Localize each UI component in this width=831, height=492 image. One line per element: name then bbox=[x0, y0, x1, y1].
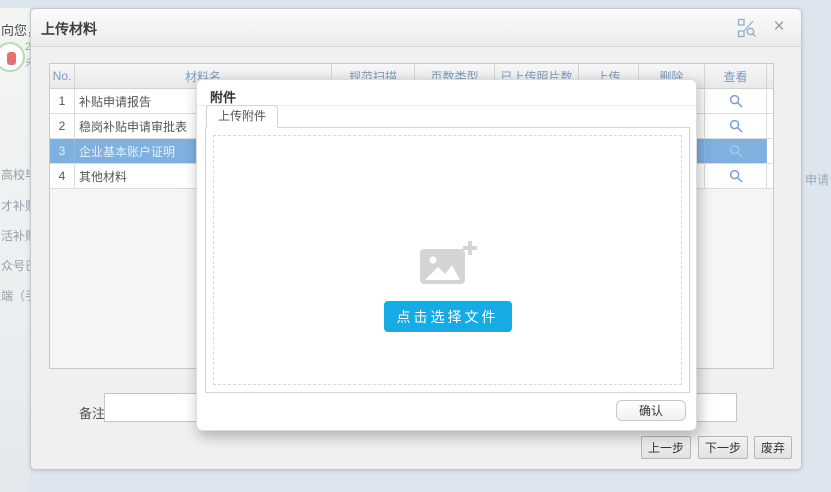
row-number: 3 bbox=[50, 139, 75, 163]
attachment-dialog-title: 附件 bbox=[210, 87, 236, 106]
next-step-button[interactable]: 下一步 bbox=[698, 436, 748, 459]
view-magnifier-icon[interactable] bbox=[705, 89, 767, 113]
background-greeting-text: 向您， bbox=[1, 20, 30, 39]
discard-button[interactable]: 废弃 bbox=[754, 436, 792, 459]
cell-filler bbox=[767, 114, 773, 138]
col-header-view[interactable]: 查看 bbox=[705, 64, 767, 88]
select-file-button[interactable]: 点击选择文件 bbox=[384, 301, 512, 332]
upload-attachment-panel: 点击选择文件 bbox=[205, 128, 690, 393]
col-header-filler bbox=[767, 64, 773, 88]
background-text-fragment: 申请 bbox=[805, 171, 829, 188]
background-link-fragment: 才补贴 bbox=[1, 197, 30, 214]
background-link-fragment: 活补贴 bbox=[1, 227, 30, 244]
view-magnifier-icon[interactable] bbox=[705, 164, 767, 188]
background-link-fragment: 众号已 bbox=[1, 257, 30, 274]
step-indicator-circle bbox=[0, 42, 25, 72]
close-icon[interactable]: × bbox=[769, 16, 789, 38]
previous-step-button[interactable]: 上一步 bbox=[641, 436, 691, 459]
cell-filler bbox=[767, 89, 773, 113]
col-header-no[interactable]: No. bbox=[50, 64, 75, 88]
background-page-left-strip: 向您， 2 未 高校毕 才补贴 活补贴 众号已 端（手 bbox=[0, 8, 30, 492]
cell-filler bbox=[767, 139, 773, 163]
attachment-tabs: 上传附件 bbox=[205, 105, 690, 128]
step-indicator-glyph bbox=[7, 52, 16, 65]
row-number: 2 bbox=[50, 114, 75, 138]
image-placeholder-icon bbox=[419, 240, 477, 291]
confirm-button[interactable]: 确认 bbox=[616, 400, 686, 421]
row-number: 4 bbox=[50, 164, 75, 188]
flow-zoom-icon[interactable] bbox=[737, 18, 757, 38]
view-magnifier-icon[interactable] bbox=[705, 114, 767, 138]
background-link-fragment: 端（手 bbox=[1, 287, 30, 304]
remark-label: 备注 bbox=[79, 403, 105, 422]
view-magnifier-icon[interactable] bbox=[705, 139, 767, 163]
background-link-fragment: 高校毕 bbox=[1, 166, 30, 183]
tab-upload-attachment[interactable]: 上传附件 bbox=[206, 105, 278, 128]
window-header: 上传材料 × bbox=[31, 9, 801, 47]
window-title: 上传材料 bbox=[41, 19, 97, 39]
attachment-dialog: 附件 上传附件 点击选择文件 确认 bbox=[196, 79, 697, 431]
cell-filler bbox=[767, 164, 773, 188]
row-number: 1 bbox=[50, 89, 75, 113]
